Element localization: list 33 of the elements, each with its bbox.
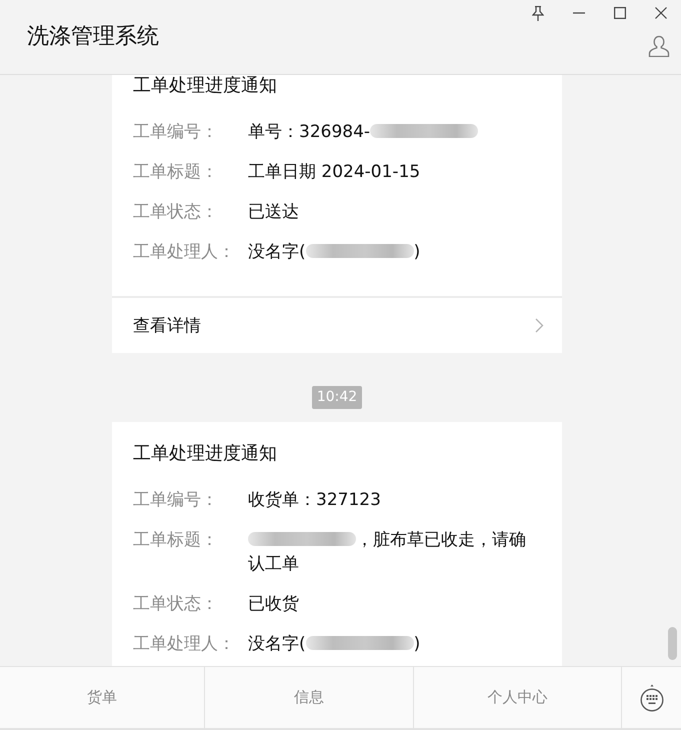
field-value: ，脏布草已收走，请确认工单 (248, 529, 527, 576)
card-title: 工单处理进度通知 (133, 75, 277, 97)
timestamp: 10:42 (312, 386, 362, 409)
field-value: 收货单：327123 (248, 489, 381, 512)
field-label: 工单编号： (133, 121, 219, 144)
view-details-link[interactable]: 查看详情 (112, 296, 562, 353)
pin-icon (532, 6, 544, 20)
chevron-right-icon (535, 318, 544, 333)
field-label: 工单处理人： (133, 633, 236, 656)
field-value: 已收货 (248, 593, 299, 616)
keyboard-icon (640, 684, 664, 712)
field-label: 工单处理人： (133, 241, 236, 264)
menu-button[interactable]: 货单 (0, 667, 205, 728)
menu-button[interactable]: 信息 (205, 667, 414, 728)
menu-button[interactable]: 个人中心 (414, 667, 622, 728)
field-value: 没名字( ) (248, 633, 420, 656)
card-title: 工单处理进度通知 (133, 443, 277, 465)
field-value: 没名字( ) (248, 241, 420, 264)
field-label: 工单标题： (133, 529, 219, 552)
maximize-icon (614, 7, 626, 19)
window-title: 洗涤管理系统 (27, 23, 159, 51)
field-value: 单号：326984- (248, 120, 478, 144)
user-icon (648, 35, 670, 57)
field-label: 工单状态： (133, 201, 219, 224)
close-icon (654, 7, 666, 19)
field-label: 工单标题： (133, 161, 219, 184)
user-button[interactable] (647, 34, 671, 58)
field-value: 工单日期 2024-01-15 (248, 161, 420, 184)
field-value: 已送达 (248, 201, 299, 224)
field-label: 工单编号： (133, 489, 219, 512)
minimize-icon (572, 12, 584, 14)
field-label: 工单状态： (133, 593, 219, 616)
scrollbar[interactable] (668, 627, 677, 660)
